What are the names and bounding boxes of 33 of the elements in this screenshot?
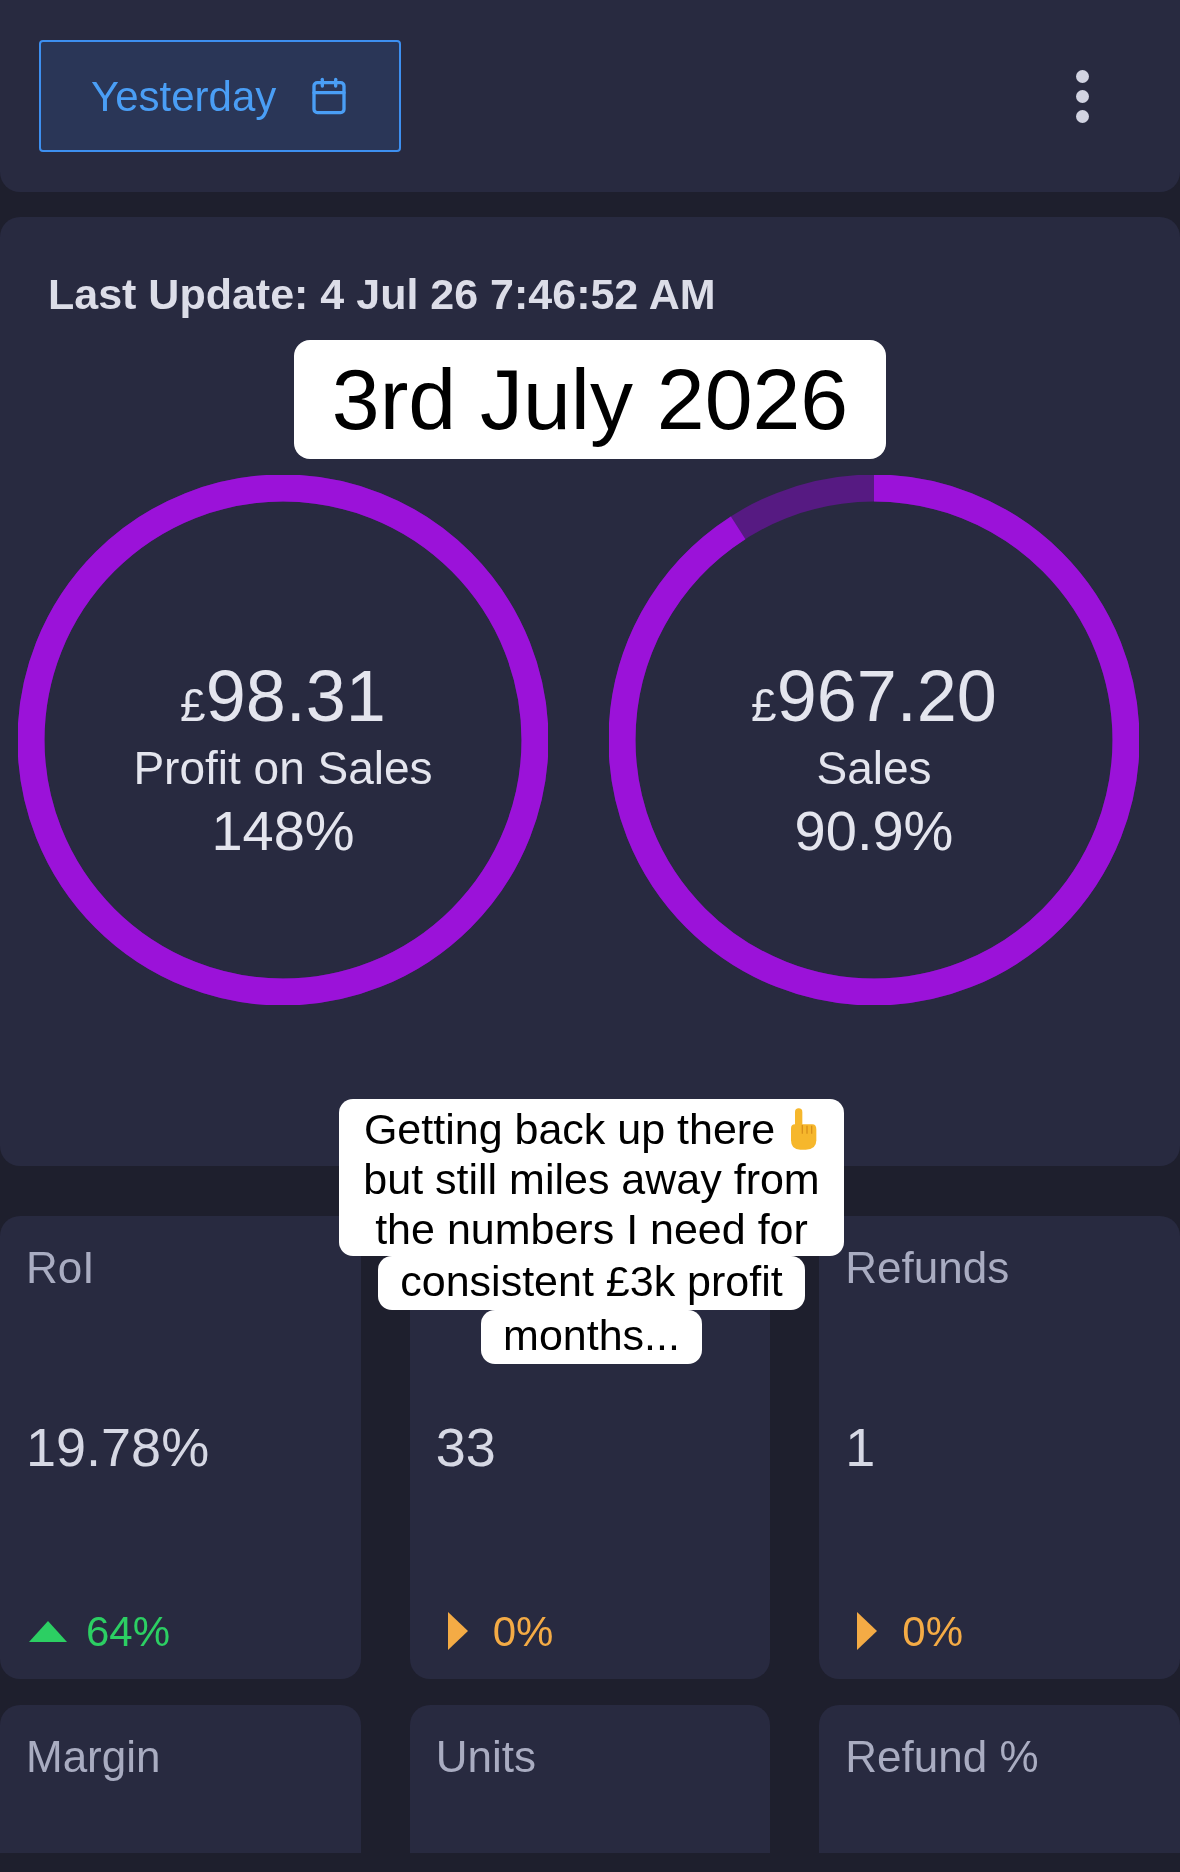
last-update-text: Last Update: 4 Jul 26 7:46:52 AM — [47, 269, 716, 319]
stat-card[interactable]: Margin — [0, 1705, 361, 1853]
stat-value: 19.78% — [26, 1415, 210, 1479]
stat-card[interactable]: Refunds 1 0% — [819, 1216, 1180, 1679]
stat-value: 33 — [435, 1415, 496, 1479]
triangle-right-icon — [447, 1612, 468, 1650]
stat-title: Units — [435, 1731, 536, 1783]
stat-card[interactable]: RoI 19.78% 64% — [0, 1216, 361, 1679]
stat-title: RoI — [26, 1242, 95, 1294]
ring-amount: £98.31 — [180, 655, 386, 738]
stat-value: 1 — [845, 1415, 876, 1479]
stat-change: 64% — [86, 1606, 171, 1657]
ring-percent: 148% — [211, 797, 355, 864]
triangle-up-icon — [29, 1620, 67, 1642]
caption-text: months... — [503, 1310, 680, 1360]
ring-label: Profit on Sales — [133, 744, 433, 791]
stat-title: Refunds — [845, 1242, 1010, 1294]
stat-change: 0% — [492, 1606, 554, 1657]
more-options-button[interactable] — [1076, 69, 1089, 123]
ring-percent: 90.9% — [794, 797, 954, 864]
triangle-right-icon — [857, 1612, 878, 1650]
date-caption: 3rd July 2026 — [293, 340, 887, 459]
ring-amount: £967.20 — [751, 655, 997, 738]
ring-label: Sales — [816, 744, 932, 791]
stat-change: 0% — [902, 1606, 964, 1657]
date-range-button[interactable]: Yesterday — [39, 40, 401, 152]
caption-text: but still miles away from — [363, 1154, 820, 1204]
stat-title: Margin — [26, 1731, 161, 1783]
caption-text: Getting back up there — [363, 1104, 776, 1154]
stat-card[interactable]: Refund % — [819, 1705, 1180, 1853]
stat-title: Refund % — [845, 1731, 1039, 1783]
stat-card[interactable]: Units — [409, 1705, 771, 1853]
more-vertical-icon — [1076, 69, 1089, 123]
